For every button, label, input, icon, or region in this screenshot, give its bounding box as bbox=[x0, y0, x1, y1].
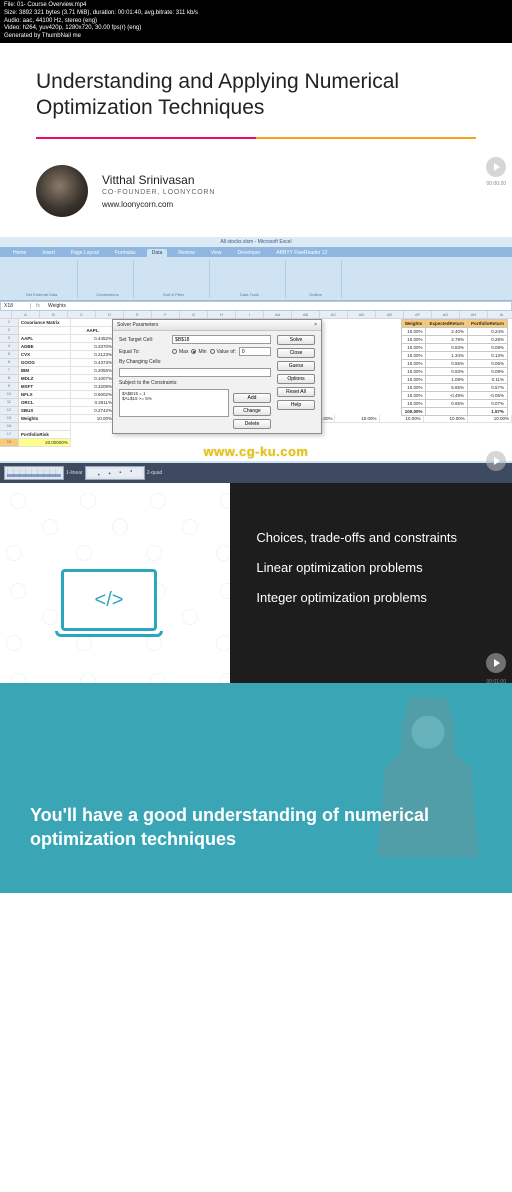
excel-titlebar: All stocks.xlsm - Microsoft Excel bbox=[0, 237, 512, 247]
formula-bar[interactable]: Weights bbox=[45, 303, 511, 309]
topics-list: Choices, trade-offs and constraints Line… bbox=[230, 483, 512, 683]
watermark: www.cg-ku.com bbox=[204, 444, 309, 459]
solver-guess-button[interactable]: Guess bbox=[277, 361, 315, 371]
solver-target-label: Set Target Cell: bbox=[119, 337, 169, 343]
meta-audio: Audio: aac, 44100 Hz, stereo (eng) bbox=[4, 18, 508, 26]
thumb-linear[interactable] bbox=[4, 466, 64, 480]
ribbon-tabs[interactable]: Home Insert Page Layout Formulas Data Re… bbox=[0, 247, 512, 257]
solver-solve-button[interactable]: Solve bbox=[277, 335, 315, 345]
meta-gen: Generated by ThumbNail me bbox=[4, 33, 508, 41]
solver-resetall-button[interactable]: Reset All bbox=[277, 387, 315, 397]
meta-file: File: 01- Course Overview.mp4 bbox=[4, 2, 508, 10]
name-box[interactable]: X18 bbox=[1, 303, 31, 309]
solver-title-text: Solver Parameters bbox=[117, 322, 158, 328]
laptop-icon: </> bbox=[54, 569, 164, 637]
solver-valueof-input[interactable] bbox=[239, 347, 271, 356]
play-icon[interactable] bbox=[486, 157, 506, 177]
solver-change-button[interactable]: Change bbox=[233, 406, 271, 416]
meta-video: Video: h264, yuv420p, 1280x720, 30.00 fp… bbox=[4, 25, 508, 33]
solver-titlebar[interactable]: Solver Parameters × bbox=[113, 320, 321, 331]
solver-radio-value[interactable]: Value of: bbox=[210, 349, 236, 355]
solver-bychg-label: By Changing Cells: bbox=[119, 359, 169, 365]
author-info: Vitthal Srinivasan CO-FOUNDER, LOONYCORN… bbox=[102, 173, 215, 209]
worksheet[interactable]: ABCDEFGHIAAABACADAEAFAGAHAIAJAKALAMAN 1C… bbox=[0, 311, 512, 461]
topic-3: Integer optimization problems bbox=[256, 583, 486, 613]
tab-review[interactable]: Review bbox=[173, 249, 199, 257]
close-icon[interactable]: × bbox=[314, 322, 317, 328]
topics-graphic: </> bbox=[0, 483, 230, 683]
code-glyph-icon: </> bbox=[95, 589, 124, 612]
ribbon-body: Get External Data Connections Sort & Fil… bbox=[0, 257, 512, 301]
solver-constraints-list[interactable]: $A$B15 = 1 $AL$15 >= 5% bbox=[119, 389, 229, 417]
topic-1: Choices, trade-offs and constraints bbox=[256, 523, 486, 553]
title-slide: Understanding and Applying Numerical Opt… bbox=[0, 43, 512, 140]
play-icon[interactable] bbox=[486, 451, 506, 471]
weights-table: WeightsExpectedReturnPortfolioReturn 10.… bbox=[401, 319, 508, 416]
outcome-slide: You'll have a good understanding of nume… bbox=[0, 683, 512, 893]
thumb-quad[interactable] bbox=[85, 466, 145, 480]
solver-options-button[interactable]: Options bbox=[277, 374, 315, 384]
tab-data[interactable]: Data bbox=[147, 249, 168, 257]
author-site: www.loonycorn.com bbox=[102, 200, 215, 209]
video-meta: File: 01- Course Overview.mp4 Size: 3892… bbox=[0, 0, 512, 43]
constraint-2[interactable]: $AL$15 >= 5% bbox=[122, 396, 226, 401]
ribbon-group-connections[interactable]: Connections bbox=[82, 260, 134, 298]
excel-screenshot: All stocks.xlsm - Microsoft Excel Home I… bbox=[0, 237, 512, 463]
title-divider bbox=[36, 137, 476, 139]
solver-bychg-input[interactable] bbox=[119, 368, 271, 377]
thumbnail-strip: 1-linear 2-quad bbox=[0, 463, 512, 483]
solver-target-input[interactable] bbox=[172, 335, 271, 344]
tab-view[interactable]: View bbox=[206, 249, 227, 257]
solver-help-button[interactable]: Help bbox=[277, 400, 315, 410]
author-card: Vitthal Srinivasan CO-FOUNDER, LOONYCORN… bbox=[0, 165, 512, 237]
thumb-label-2: 2-quad bbox=[147, 470, 163, 476]
author-name: Vitthal Srinivasan bbox=[102, 173, 215, 187]
tab-formulas[interactable]: Formulas bbox=[110, 249, 141, 257]
solver-dialog[interactable]: Solver Parameters × Set Target Cell: Equ… bbox=[112, 319, 322, 434]
course-title: Understanding and Applying Numerical Opt… bbox=[36, 69, 476, 122]
solver-close-button[interactable]: Close bbox=[277, 348, 315, 358]
ribbon-group-outline[interactable]: Outline bbox=[290, 260, 342, 298]
tab-insert[interactable]: Insert bbox=[37, 249, 60, 257]
cell-reference-bar[interactable]: X18 fx Weights bbox=[0, 301, 512, 311]
ribbon-group-datatools[interactable]: Data Tools bbox=[214, 260, 286, 298]
author-avatar bbox=[36, 165, 88, 217]
tab-pagelayout[interactable]: Page Layout bbox=[66, 249, 104, 257]
solver-add-button[interactable]: Add bbox=[233, 393, 271, 403]
tab-home[interactable]: Home bbox=[8, 249, 31, 257]
outcome-text: You'll have a good understanding of nume… bbox=[30, 803, 450, 852]
author-role: CO-FOUNDER, LOONYCORN bbox=[102, 189, 215, 196]
solver-constraints-label: Subject to the Constraints: bbox=[119, 380, 209, 386]
solver-radio-max[interactable]: Max bbox=[172, 349, 188, 355]
topic-2: Linear optimization problems bbox=[256, 553, 486, 583]
column-headers: ABCDEFGHIAAABACADAEAFAGAHAIAJAKALAMAN bbox=[0, 311, 512, 319]
solver-delete-button[interactable]: Delete bbox=[233, 419, 271, 429]
meta-size: Size: 3892 321 bytes (3.71 MiB), duratio… bbox=[4, 10, 508, 18]
ribbon-group-sortfilter[interactable]: Sort & Filter bbox=[138, 260, 210, 298]
solver-radio-min[interactable]: Min bbox=[191, 349, 206, 355]
solver-equal-label: Equal To: bbox=[119, 349, 169, 355]
tab-developer[interactable]: Developer bbox=[233, 249, 266, 257]
thumb-label-1: 1-linear bbox=[66, 470, 83, 476]
topics-slide: </> Choices, trade-offs and constraints … bbox=[0, 483, 512, 683]
timestamp-1: 00:00:20 bbox=[487, 181, 506, 187]
tab-abbyy[interactable]: ABBYY FineReader 12 bbox=[271, 249, 332, 257]
ribbon-group-external[interactable]: Get External Data bbox=[6, 260, 78, 298]
fx-icon[interactable]: fx bbox=[31, 303, 45, 309]
